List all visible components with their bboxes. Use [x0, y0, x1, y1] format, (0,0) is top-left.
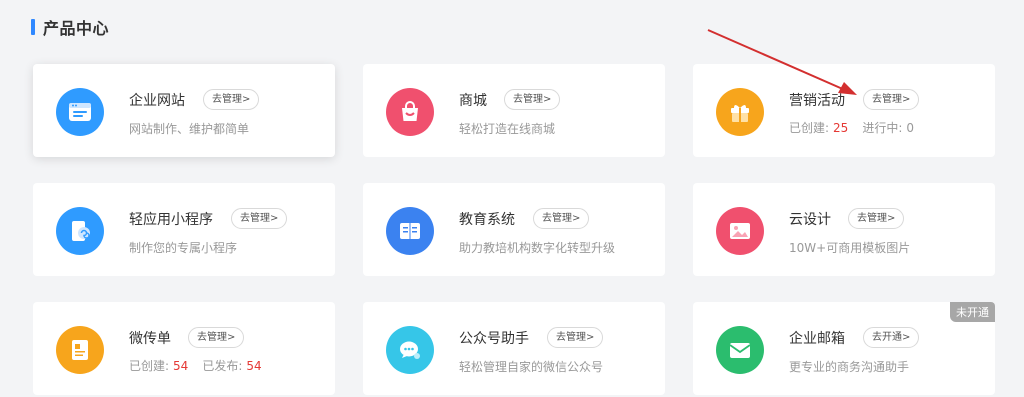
- section-accent-bar: [31, 19, 35, 35]
- website-icon: [56, 88, 104, 136]
- card-name: 企业邮箱: [789, 331, 845, 347]
- product-card-wechat-assistant[interactable]: 公众号助手 去管理> 轻松管理自家的微信公众号: [363, 302, 665, 395]
- manage-button[interactable]: 去管理>: [231, 208, 288, 229]
- product-card-education[interactable]: 教育系统 去管理> 助力教培机构数字化转型升级: [363, 183, 665, 276]
- open-button[interactable]: 去开通>: [863, 327, 920, 348]
- product-card-flyer[interactable]: 微传单 去管理> 已创建: 54 已发布: 54: [33, 302, 335, 395]
- manage-button[interactable]: 去管理>: [504, 89, 561, 110]
- ongoing-label: 进行中:: [862, 121, 903, 135]
- flyer-icon: [56, 326, 104, 374]
- card-name: 微传单: [129, 331, 171, 347]
- ongoing-count: 0: [906, 121, 915, 135]
- product-card-enterprise-mail[interactable]: 企业邮箱 去开通> 更专业的商务沟通助手 未开通: [693, 302, 995, 395]
- card-name: 轻应用小程序: [129, 212, 213, 228]
- card-description: 制作您的专属小程序: [129, 241, 238, 255]
- book-icon: [386, 207, 434, 255]
- card-name: 营销活动: [789, 93, 845, 109]
- product-card-mall[interactable]: 商城 去管理> 轻松打造在线商城: [363, 64, 665, 157]
- card-description: 更专业的商务沟通助手: [789, 360, 910, 374]
- section-header: 产品中心: [31, 16, 109, 38]
- published-label: 已发布:: [202, 359, 243, 373]
- card-description: 网站制作、维护都简单: [129, 122, 250, 136]
- product-card-mini-program[interactable]: 轻应用小程序 去管理> 制作您的专属小程序: [33, 183, 335, 276]
- card-description: 轻松管理自家的微信公众号: [459, 360, 604, 374]
- manage-button[interactable]: 去管理>: [203, 89, 260, 110]
- manage-button[interactable]: 去管理>: [863, 89, 920, 110]
- manage-button[interactable]: 去管理>: [848, 208, 905, 229]
- section-title: 产品中心: [43, 19, 110, 38]
- product-card-marketing[interactable]: 营销活动 去管理> 已创建: 25 进行中: 0: [693, 64, 995, 157]
- created-count: 54: [173, 359, 189, 373]
- created-label: 已创建:: [129, 359, 170, 373]
- image-icon: [716, 207, 764, 255]
- card-description: 轻松打造在线商城: [459, 122, 556, 136]
- card-name: 企业网站: [129, 93, 185, 109]
- mail-icon: [716, 326, 764, 374]
- created-label: 已创建:: [789, 121, 830, 135]
- product-card-cloud-design[interactable]: 云设计 去管理> 10W+可商用模板图片: [693, 183, 995, 276]
- card-name: 云设计: [789, 212, 831, 228]
- card-name: 教育系统: [459, 212, 515, 228]
- mini-program-icon: [56, 207, 104, 255]
- card-description: 10W+可商用模板图片: [789, 241, 911, 255]
- card-stats: 已创建: 54 已发布: 54: [129, 357, 262, 374]
- gift-icon: [716, 88, 764, 136]
- manage-button[interactable]: 去管理>: [533, 208, 590, 229]
- card-stats: 已创建: 25 进行中: 0: [789, 119, 914, 136]
- product-card-website[interactable]: 企业网站 去管理> 网站制作、维护都简单: [33, 64, 335, 157]
- manage-button[interactable]: 去管理>: [188, 327, 245, 348]
- published-count: 54: [246, 359, 262, 373]
- card-description: 助力教培机构数字化转型升级: [459, 241, 616, 255]
- shopping-bag-icon: [386, 88, 434, 136]
- card-name: 商城: [459, 93, 487, 109]
- manage-button[interactable]: 去管理>: [547, 327, 604, 348]
- card-name: 公众号助手: [459, 331, 529, 347]
- created-count: 25: [833, 121, 849, 135]
- status-badge: 未开通: [950, 302, 995, 322]
- wechat-icon: [386, 326, 434, 374]
